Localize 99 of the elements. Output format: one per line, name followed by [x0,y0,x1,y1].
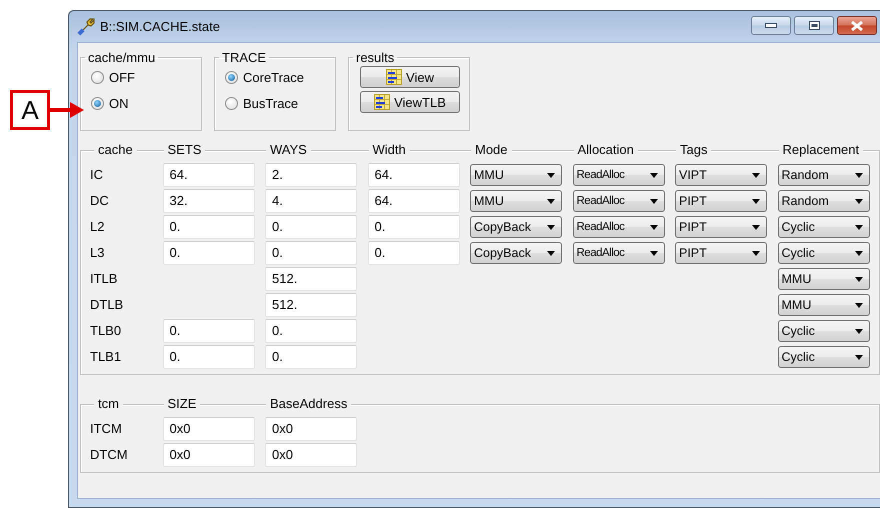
dropdown[interactable]: ReadAlloc [572,190,664,212]
row-label: IC [90,166,104,184]
caret-icon [547,198,555,204]
caret-icon [752,172,760,178]
radio-button[interactable] [91,96,104,110]
input-field[interactable]: 0. [265,241,357,265]
group-title: results [355,50,396,65]
caret-icon [650,172,658,178]
input-field[interactable]: 512. [265,267,357,291]
caret-icon [854,302,862,308]
dropdown[interactable]: CopyBack [470,242,562,264]
row-label: DTLB [90,296,124,314]
view-button[interactable]: View [360,66,460,88]
input-field[interactable]: 0. [162,241,254,265]
group-title: cache/mmu [87,50,156,65]
dropdown[interactable]: VIPT [675,164,767,186]
dropdown[interactable]: Random [778,190,870,212]
input-field[interactable]: 0. [265,319,357,343]
row-label: L3 [90,244,106,262]
table-icon [374,94,390,110]
input-field[interactable]: 512. [265,293,357,317]
input-field[interactable]: 64. [368,163,460,187]
dropdown[interactable]: Random [778,164,870,186]
dropdown[interactable]: Cyclic [778,216,870,238]
radio-button[interactable] [225,96,238,110]
caret-icon [854,172,862,178]
caret-icon [854,354,862,360]
input-field[interactable]: 0. [265,345,357,369]
wrench-icon [77,18,95,36]
caret-icon [752,250,760,256]
row-label: ITCM [90,420,123,438]
dropdown[interactable]: PIPT [675,216,767,238]
input-field[interactable]: 0x0 [265,417,357,441]
minimize-icon [765,23,777,28]
maximize-button[interactable] [794,16,834,35]
dropdown[interactable]: Cyclic [778,242,870,264]
row-label: DC [90,192,110,210]
row-label: TLB0 [90,322,122,340]
input-field[interactable]: 0. [162,319,254,343]
caret-icon [854,224,862,230]
caret-icon [547,224,555,230]
minimize-button[interactable] [751,16,791,35]
dropdown[interactable]: Cyclic [778,346,870,368]
input-field[interactable]: 32. [162,189,254,213]
dropdown[interactable]: MMU [470,190,562,212]
close-icon [851,20,863,30]
caret-icon [854,328,862,334]
dropdown[interactable]: ReadAlloc [572,164,664,186]
radio-button[interactable] [225,70,238,84]
row-label: TLB1 [90,348,122,366]
caret-icon [752,198,760,204]
group-title: TRACE [221,50,268,65]
radio-label[interactable]: CoreTrace [243,70,304,84]
dropdown[interactable]: MMU [470,164,562,186]
caret-icon [854,250,862,256]
caret-icon [752,224,760,230]
radio-label[interactable]: BusTrace [243,96,298,110]
maximize-icon [808,21,820,30]
dropdown[interactable]: ReadAlloc [572,216,664,238]
caret-icon [547,250,555,256]
table-icon [386,69,402,85]
callout-arrow [50,102,84,118]
input-field[interactable]: 0. [162,215,254,239]
caret-icon [547,172,555,178]
dropdown[interactable]: ReadAlloc [572,242,664,264]
input-field[interactable]: 0x0 [162,443,254,467]
column-header: Replacement [778,142,864,158]
input-field[interactable]: 0. [368,241,460,265]
caret-icon [650,198,658,204]
caret-icon [854,198,862,204]
row-label: DTCM [90,446,129,464]
window-title: B::SIM.CACHE.state [100,19,221,34]
view-button[interactable]: ViewTLB [360,91,460,113]
input-field[interactable]: 0. [265,215,357,239]
input-field[interactable]: 4. [265,189,357,213]
close-button[interactable] [837,16,877,35]
dropdown[interactable]: PIPT [675,242,767,264]
input-field[interactable]: 2. [265,163,357,187]
dropdown[interactable]: Cyclic [778,320,870,342]
radio-button[interactable] [91,70,104,84]
row-label: ITLB [90,270,118,288]
radio-label[interactable]: ON [109,96,128,110]
caret-icon [650,250,658,256]
input-field[interactable]: 64. [162,163,254,187]
input-field[interactable]: 0. [162,345,254,369]
callout-label: A [10,90,50,130]
dropdown[interactable]: CopyBack [470,216,562,238]
row-label: L2 [90,218,106,236]
input-field[interactable]: 0x0 [265,443,357,467]
dropdown[interactable]: MMU [778,268,870,290]
radio-label[interactable]: OFF [109,70,135,84]
column-header: Tags [676,142,712,158]
input-field[interactable]: 0. [368,215,460,239]
input-field[interactable]: 0x0 [162,417,254,441]
input-field[interactable]: 64. [368,189,460,213]
caret-icon [650,224,658,230]
dropdown[interactable]: MMU [778,294,870,316]
caret-icon [854,276,862,282]
dropdown[interactable]: PIPT [675,190,767,212]
